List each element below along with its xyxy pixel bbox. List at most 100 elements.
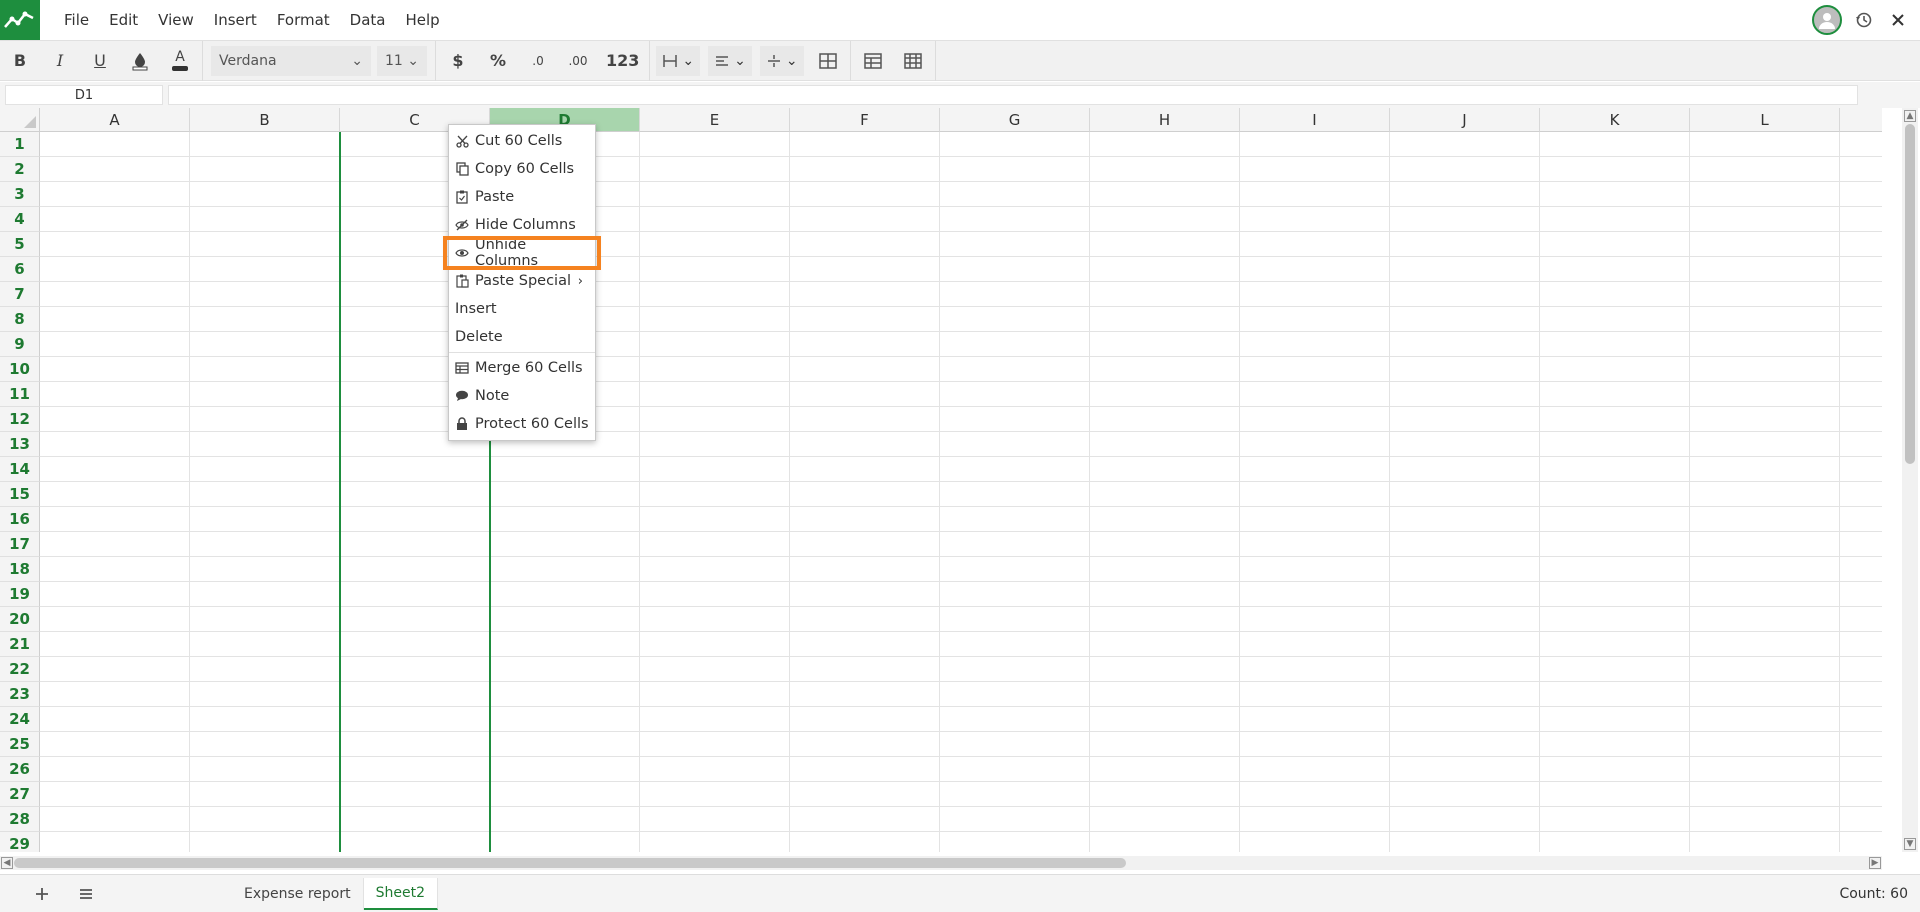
row-header-24[interactable]: 24 [0, 707, 40, 732]
scroll-up-icon[interactable]: ▲ [1904, 110, 1916, 122]
cell-reference-box[interactable]: D1 [5, 85, 163, 105]
menu-help[interactable]: Help [396, 0, 450, 40]
row-header-6[interactable]: 6 [0, 257, 40, 282]
increase-decimals-button[interactable]: .00 [558, 41, 598, 81]
sheet-list-button[interactable] [64, 875, 108, 912]
row-header-1[interactable]: 1 [0, 132, 40, 157]
lock-icon [455, 417, 469, 431]
menu-insert[interactable]: Insert [204, 0, 267, 40]
ctx-insert[interactable]: Insert [449, 295, 595, 323]
grid-button[interactable] [893, 41, 933, 81]
column-header-g[interactable]: G [940, 108, 1090, 132]
scroll-down-icon[interactable]: ▼ [1904, 838, 1916, 850]
column-header-j[interactable]: J [1390, 108, 1540, 132]
row-header-2[interactable]: 2 [0, 157, 40, 182]
text-color-button[interactable]: A [160, 41, 200, 81]
ctx-merge[interactable]: Merge 60 Cells [449, 354, 595, 382]
row-header-16[interactable]: 16 [0, 507, 40, 532]
row-header-8[interactable]: 8 [0, 307, 40, 332]
history-icon[interactable] [1852, 8, 1876, 32]
italic-button[interactable]: I [40, 41, 80, 81]
select-all-corner[interactable] [0, 108, 40, 132]
scroll-right-icon[interactable]: ▶ [1869, 857, 1881, 869]
font-family-select[interactable]: Verdana ⌄ [211, 45, 371, 76]
row-header-17[interactable]: 17 [0, 532, 40, 557]
table-button[interactable] [853, 41, 893, 81]
vertical-scrollbar[interactable]: ▲ ▼ [1902, 108, 1918, 852]
column-header-a[interactable]: A [40, 108, 190, 132]
merge-cells-button[interactable] [808, 41, 848, 81]
row-header-26[interactable]: 26 [0, 757, 40, 782]
menu-edit[interactable]: Edit [99, 0, 148, 40]
row-header-14[interactable]: 14 [0, 457, 40, 482]
ctx-note[interactable]: Note [449, 382, 595, 410]
ctx-copy[interactable]: Copy 60 Cells [449, 155, 595, 183]
column-header-i[interactable]: I [1240, 108, 1390, 132]
column-header-e[interactable]: E [640, 108, 790, 132]
horizontal-scroll-thumb[interactable] [14, 858, 1126, 868]
horizontal-align-dropdown[interactable]: ⌄ [708, 45, 752, 76]
number-format-button[interactable]: 123 [598, 41, 647, 81]
vertical-scroll-thumb[interactable] [1905, 124, 1915, 464]
merge-icon [818, 52, 837, 69]
ctx-protect[interactable]: Protect 60 Cells [449, 410, 595, 438]
column-header-f[interactable]: F [790, 108, 940, 132]
sheet-tab-sheet2[interactable]: Sheet2 [363, 877, 439, 910]
user-avatar[interactable] [1812, 5, 1842, 35]
column-header-k[interactable]: K [1540, 108, 1690, 132]
row-header-10[interactable]: 10 [0, 357, 40, 382]
horizontal-scrollbar[interactable]: ◀ ▶ [0, 856, 1882, 870]
ctx-paste[interactable]: Paste [449, 183, 595, 211]
row-header-3[interactable]: 3 [0, 182, 40, 207]
row-header-5[interactable]: 5 [0, 232, 40, 257]
formula-input[interactable] [168, 85, 1858, 105]
row-header-20[interactable]: 20 [0, 607, 40, 632]
row-header-29[interactable]: 29 [0, 832, 40, 852]
column-header-l[interactable]: L [1690, 108, 1840, 132]
cell-area[interactable] [40, 132, 1882, 852]
menu-view[interactable]: View [148, 0, 204, 40]
menu-format[interactable]: Format [267, 0, 340, 40]
ctx-paste-special[interactable]: Paste Special › [449, 267, 595, 295]
ctx-unhide-columns[interactable]: Unhide Columns [443, 236, 601, 270]
scroll-left-icon[interactable]: ◀ [1, 857, 13, 869]
ctx-delete[interactable]: Delete [449, 323, 595, 351]
menu-file[interactable]: File [54, 0, 99, 40]
row-header-13[interactable]: 13 [0, 432, 40, 457]
row-header-15[interactable]: 15 [0, 482, 40, 507]
row-header-25[interactable]: 25 [0, 732, 40, 757]
row-header-9[interactable]: 9 [0, 332, 40, 357]
fill-color-button[interactable] [120, 41, 160, 81]
percent-format-button[interactable]: % [478, 41, 518, 81]
row-header-19[interactable]: 19 [0, 582, 40, 607]
row-header-28[interactable]: 28 [0, 807, 40, 832]
sheet-tab-expense-report[interactable]: Expense report [232, 877, 364, 910]
ctx-cut[interactable]: Cut 60 Cells [449, 127, 595, 155]
status-count: Count: 60 [1839, 886, 1908, 902]
column-header-m[interactable]: M [1840, 108, 1882, 132]
borders-dropdown[interactable]: ⌄ [656, 45, 701, 76]
vertical-align-dropdown[interactable]: ⌄ [759, 45, 804, 76]
row-header-11[interactable]: 11 [0, 382, 40, 407]
ctx-hide-columns[interactable]: Hide Columns [449, 211, 595, 239]
row-header-23[interactable]: 23 [0, 682, 40, 707]
row-header-4[interactable]: 4 [0, 207, 40, 232]
menu-data[interactable]: Data [340, 0, 396, 40]
row-header-12[interactable]: 12 [0, 407, 40, 432]
eye-icon [455, 246, 469, 260]
underline-button[interactable]: U [80, 41, 120, 81]
align-left-icon [716, 55, 729, 66]
column-header-b[interactable]: B [190, 108, 340, 132]
decrease-decimals-button[interactable]: .0 [518, 41, 558, 81]
row-header-27[interactable]: 27 [0, 782, 40, 807]
row-header-7[interactable]: 7 [0, 282, 40, 307]
currency-format-button[interactable]: $ [438, 41, 478, 81]
font-size-select[interactable]: 11 ⌄ [377, 45, 427, 76]
row-header-22[interactable]: 22 [0, 657, 40, 682]
row-header-21[interactable]: 21 [0, 632, 40, 657]
row-header-18[interactable]: 18 [0, 557, 40, 582]
add-sheet-button[interactable] [20, 875, 64, 912]
column-header-h[interactable]: H [1090, 108, 1240, 132]
bold-button[interactable]: B [0, 41, 40, 81]
close-icon[interactable] [1886, 8, 1910, 32]
